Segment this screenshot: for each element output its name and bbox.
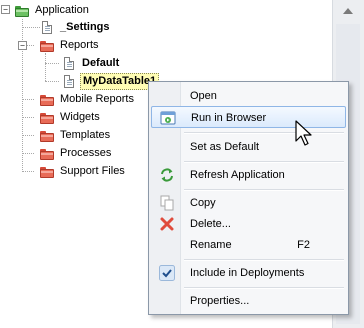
tree-line — [22, 27, 40, 28]
tree-line — [45, 63, 59, 64]
menu-item-label: Rename — [190, 239, 232, 251]
menu-item-label: Open — [190, 90, 217, 102]
tree-line — [22, 153, 34, 154]
browser-run-icon — [160, 110, 176, 126]
document-icon — [61, 74, 77, 90]
context-menu: Open Run in Browser Set as Default Refre… — [148, 81, 349, 315]
tree-node-mobile-reports[interactable]: Mobile Reports — [39, 91, 136, 108]
tree-node-label: Application — [35, 4, 89, 16]
menu-item-run-in-browser[interactable]: Run in Browser — [151, 106, 346, 128]
menu-item-open[interactable]: Open — [151, 85, 346, 107]
folder-icon — [39, 146, 55, 162]
delete-x-icon — [159, 216, 175, 232]
tree-node-label: Processes — [60, 147, 112, 159]
tree-node-processes[interactable]: Processes — [39, 145, 113, 162]
tree-node-widgets[interactable]: Widgets — [39, 109, 102, 126]
folder-icon — [39, 128, 55, 144]
menu-item-label: Refresh Application — [190, 169, 285, 181]
menu-item-delete[interactable]: Delete... — [151, 213, 346, 235]
checkmark-icon — [159, 265, 175, 281]
menu-item-refresh-application[interactable]: Refresh Application — [151, 164, 346, 186]
tree-node-application[interactable]: Application — [14, 2, 91, 19]
tree-node-label: Templates — [60, 129, 111, 141]
tree-node-support-files[interactable]: Support Files — [39, 163, 127, 180]
document-icon — [61, 56, 77, 72]
refresh-icon — [159, 167, 175, 183]
folder-icon — [14, 3, 30, 19]
menu-item-label: Set as Default — [190, 141, 260, 153]
tree-line — [22, 171, 34, 172]
menu-separator — [184, 161, 344, 163]
menu-item-copy[interactable]: Copy — [151, 192, 346, 214]
folder-icon — [39, 92, 55, 108]
tree-node-default[interactable]: Default — [61, 55, 121, 72]
tree-line — [45, 81, 59, 82]
menu-separator — [184, 259, 344, 261]
tree-node-label: Mobile Reports — [60, 93, 134, 105]
collapse-expander[interactable]: − — [18, 41, 27, 50]
menu-item-rename[interactable]: Rename F2 — [151, 234, 346, 256]
menu-item-label: Copy — [190, 197, 216, 209]
mouse-pointer-icon — [295, 120, 312, 146]
tree-line — [22, 117, 34, 118]
menu-item-include-in-deployments[interactable]: Include in Deployments — [151, 262, 346, 284]
tree-node-label: Widgets — [60, 111, 100, 123]
menu-item-properties[interactable]: Properties... — [151, 290, 346, 312]
tree-node-templates[interactable]: Templates — [39, 127, 112, 144]
tree-node-label: Default — [82, 57, 120, 69]
menu-item-label: Include in Deployments — [190, 267, 305, 279]
menu-item-label: Run in Browser — [191, 112, 267, 124]
menu-item-shortcut: F2 — [297, 239, 310, 251]
document-icon — [39, 20, 55, 36]
folder-icon — [39, 110, 55, 126]
tree-node-label: Reports — [60, 39, 99, 51]
folder-icon — [39, 38, 55, 54]
menu-separator — [184, 132, 344, 134]
menu-item-label: Properties... — [190, 295, 250, 307]
collapse-expander[interactable]: − — [1, 5, 10, 14]
copy-icon — [159, 195, 175, 211]
scroll-up-arrow-icon[interactable] — [343, 8, 353, 14]
project-explorer: − − Application _Settings Reports Defaul… — [0, 0, 364, 328]
tree-node-mydatatable1[interactable]: MyDataTable1 — [61, 73, 160, 90]
tree-node-settings[interactable]: _Settings — [39, 19, 112, 36]
folder-icon — [39, 164, 55, 180]
menu-separator — [184, 189, 344, 191]
tree-line — [22, 99, 34, 100]
tree-node-label: Support Files — [60, 165, 125, 177]
tree-line — [22, 135, 34, 136]
tree-node-label: _Settings — [60, 21, 110, 33]
menu-item-label: Delete... — [190, 218, 231, 230]
tree-node-reports[interactable]: Reports — [39, 37, 101, 54]
menu-item-set-as-default[interactable]: Set as Default — [151, 136, 346, 158]
tree-line — [45, 53, 46, 81]
menu-separator — [184, 287, 344, 289]
